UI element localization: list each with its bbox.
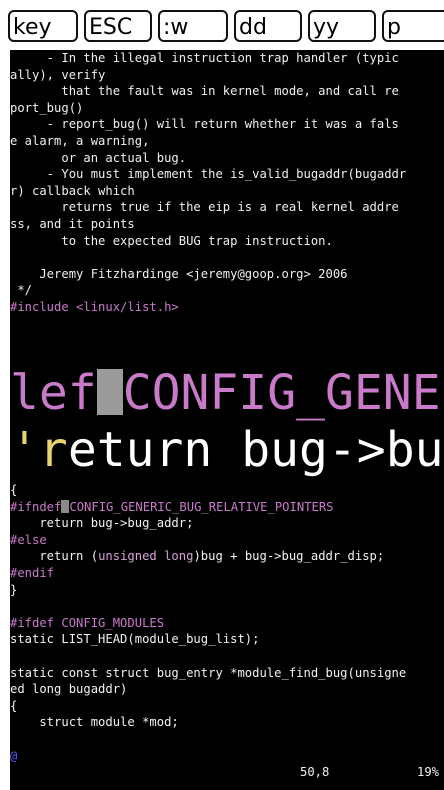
code-line: */ [10,283,33,298]
code-line: static const struct bug_entry *module_fi… [10,665,407,680]
app-frame: key ESC :w dd yy p - In the illegal inst… [0,0,444,790]
yank-line-key-button[interactable]: yy [308,10,376,42]
cursor-position: 50,8 [300,765,330,779]
code-line: { [10,698,18,713]
code-line: to the expected BUG trap instruction. [10,233,333,248]
code-line: struct module *mod; [10,715,179,730]
code-line: #ifdef CONFIG_MODULES [10,615,165,630]
code-line: r) callback which [10,183,135,198]
code-line: return bug->bug_addr; [10,516,194,531]
empty-line-marker: @ [10,748,18,763]
write-key-button[interactable]: :w [158,10,228,42]
code-line: static LIST_HEAD(module_bug_list); [10,632,260,647]
code-line: return (unsigned long)bug + bug->bug_add… [10,549,385,564]
key-button[interactable]: key [8,10,78,42]
code-line: - In the illegal instruction trap handle… [10,51,399,65]
code-line: - You must implement the is_valid_bugadd… [10,167,407,182]
text-cursor [96,369,123,415]
code-line: ally), verify [10,67,106,82]
code-line: or an actual bug. [10,150,187,165]
code-line: #endif [10,566,55,580]
zoomed-line-ifdef: lefCONFIG_GENERIC_ [10,365,444,421]
code-line: #else [10,532,47,547]
code-line: returns true if the eip is a real kernel… [10,200,399,215]
esc-key-button[interactable]: ESC [84,10,152,42]
scroll-percent: 19% [417,765,440,779]
zoomed-line-return: 'return bug->bug_add [10,422,444,478]
code-line: - report_bug() will return whether it wa… [10,117,399,132]
code-line: #ifndef CONFIG_GENERIC_BUG_RELATIVE_POINT… [10,499,334,514]
code-line: e alarm, a warning, [10,134,150,148]
code-line: { [10,483,18,497]
code-line: that the fault was in kernel mode, and c… [10,84,399,99]
code-line: #include <linux/list.h> [10,300,179,314]
delete-line-key-button[interactable]: dd [234,10,302,42]
terminal-editor[interactable]: - In the illegal instruction trap handle… [10,50,444,790]
code-line: Jeremy Fitzhardinge <jeremy@goop.org> 20… [10,266,348,281]
extra-keys-bar: key ESC :w dd yy p [0,0,444,50]
code-line: ss, and it points [10,217,135,231]
code-line: port_bug() [10,100,84,115]
code-line: ed long bugaddr) [10,682,128,697]
code-line: } [10,582,18,597]
paste-key-button[interactable]: p [382,10,444,42]
